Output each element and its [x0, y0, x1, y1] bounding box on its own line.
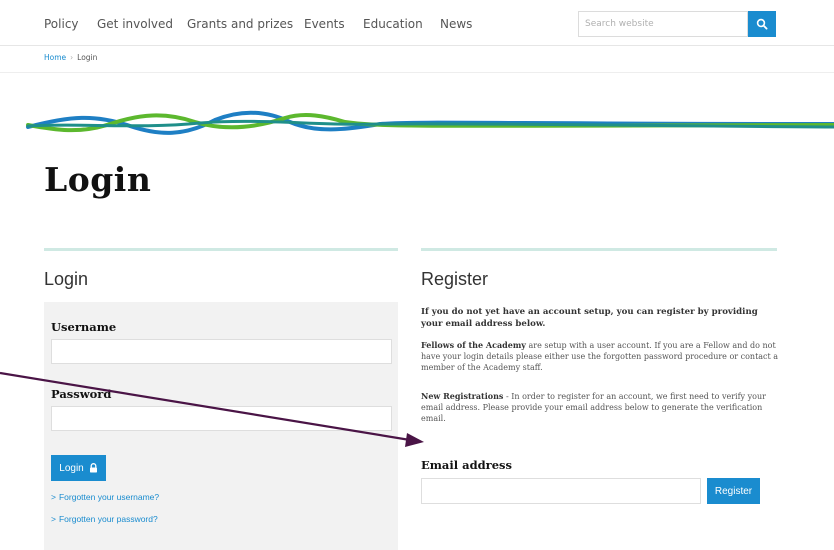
fellows-title: Fellows of the Academy [421, 340, 526, 350]
breadcrumb: Home › Login [44, 53, 97, 62]
nav-item-policy[interactable]: Policy [44, 17, 79, 31]
register-fellows-paragraph: Fellows of the Academy are setup with a … [421, 340, 779, 373]
email-label: Email address [421, 458, 512, 472]
login-button[interactable]: Login [51, 455, 106, 481]
breadcrumb-home-link[interactable]: Home [44, 53, 66, 62]
top-navigation: Policy Get involved Grants and prizes Ev… [0, 0, 834, 46]
register-new-paragraph: New Registrations - In order to register… [421, 391, 779, 424]
nav-item-grants-and-prizes[interactable]: Grants and prizes [187, 17, 293, 31]
search-button[interactable] [748, 11, 776, 37]
login-button-label: Login [59, 462, 84, 474]
register-button[interactable]: Register [707, 478, 760, 504]
forgot-password-link[interactable]: > Forgotten your password? [51, 514, 158, 524]
chevron-right-icon: > [51, 514, 56, 524]
search-input[interactable] [578, 11, 748, 37]
chevron-right-icon: > [51, 492, 56, 502]
nav-item-news[interactable]: News [440, 17, 472, 31]
login-column-rule [44, 248, 398, 251]
lock-icon [89, 463, 97, 473]
forgot-username-link[interactable]: > Forgotten your username? [51, 492, 159, 502]
nav-item-events[interactable]: Events [304, 17, 345, 31]
page-title: Login [44, 160, 152, 199]
password-label: Password [51, 387, 112, 401]
nav-item-get-involved[interactable]: Get involved [97, 17, 173, 31]
username-field[interactable] [51, 339, 392, 364]
password-field[interactable] [51, 406, 392, 431]
wave-banner [26, 110, 834, 135]
search-icon [756, 18, 768, 30]
forgot-password-text: Forgotten your password? [58, 514, 158, 524]
breadcrumb-separator: › [70, 53, 74, 62]
register-column-rule [421, 248, 777, 251]
new-registrations-title: New Registrations [421, 391, 504, 401]
nav-item-education[interactable]: Education [363, 17, 423, 31]
breadcrumb-current: Login [77, 53, 98, 62]
username-label: Username [51, 320, 117, 334]
login-heading: Login [44, 269, 89, 289]
search-box [578, 11, 776, 37]
email-field[interactable] [421, 478, 701, 504]
register-heading: Register [421, 269, 489, 289]
forgot-username-text: Forgotten your username? [58, 492, 160, 502]
breadcrumb-divider [0, 72, 834, 73]
register-intro: If you do not yet have an account setup,… [421, 307, 758, 329]
